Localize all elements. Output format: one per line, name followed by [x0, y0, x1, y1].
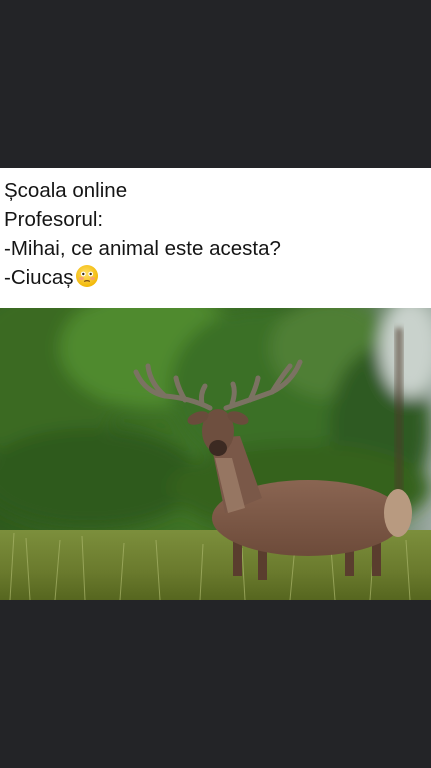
- top-dark-band: [0, 0, 431, 168]
- meme-card: Școala online Profesorul: -Mihai, ce ani…: [0, 168, 431, 600]
- flushed-face-emoji-icon: [75, 264, 99, 296]
- caption-line-4: -Ciucaș: [4, 263, 424, 296]
- deer-photo: [0, 308, 431, 600]
- caption-line-4-text: -Ciucaș: [4, 266, 74, 289]
- caption-line-1: Școala online: [4, 179, 128, 202]
- caption-line-2: Profesorul:: [4, 208, 104, 231]
- caption-line-3: -Mihai, ce animal este acesta?: [4, 237, 281, 260]
- bottom-dark-band: [0, 600, 431, 768]
- meme-caption: Școala online Profesorul: -Mihai, ce ani…: [4, 176, 424, 296]
